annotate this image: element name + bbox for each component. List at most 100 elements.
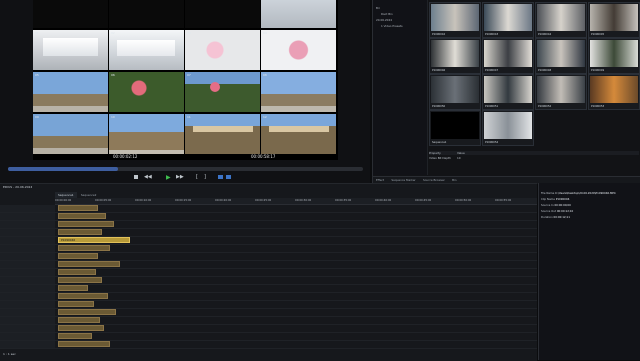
preview-cell-sign: 11	[185, 114, 260, 154]
inspector-row: Source Out 00:00:12;10	[541, 209, 574, 213]
clip-tile[interactable]: P1090044	[535, 2, 587, 38]
preview-cell-hall: 02	[109, 30, 184, 70]
properties-header: Property Value	[429, 151, 639, 155]
inspector-row: Clip Name P1090046	[541, 197, 570, 201]
track-header[interactable]	[0, 317, 55, 324]
timeline-clip-selected[interactable]: P1090046	[58, 237, 130, 243]
preview-cell-bush: 07	[185, 72, 260, 112]
tree-item[interactable]: 20.06.2024	[376, 18, 392, 22]
track-header[interactable]	[0, 309, 55, 316]
timeline-clip[interactable]	[58, 245, 110, 251]
ruler-tick: 00:00:25:00	[255, 198, 272, 202]
ruler-tick: 00:00:40:00	[375, 198, 392, 202]
track-header[interactable]	[0, 205, 55, 212]
clip-label: P1090046	[61, 238, 76, 242]
track-header[interactable]	[0, 269, 55, 276]
timeline-clip[interactable]	[58, 285, 88, 291]
ruler-tick: 00:00:20:00	[215, 198, 232, 202]
clip-tile[interactable]: P1090047	[482, 38, 534, 74]
preview-cell	[185, 0, 260, 28]
timeline-clip[interactable]	[58, 213, 106, 219]
track-header[interactable]	[0, 253, 55, 260]
mark-in-icon[interactable]: [	[196, 174, 198, 180]
inspector-row: Source In 00:00:00;00	[541, 203, 571, 207]
timecode-right: 00:00:58:17	[251, 154, 276, 159]
ruler-tick: 00:00:50:00	[455, 198, 472, 202]
tree-item[interactable]: Root Bin	[381, 12, 393, 16]
ruler-tick: 00:00:35:00	[335, 198, 352, 202]
preview-cell-building: 08	[261, 72, 336, 112]
zoom-indicator[interactable]: 1 : 1 sec	[3, 352, 16, 356]
track-header[interactable]	[0, 213, 55, 220]
track-header[interactable]	[0, 229, 55, 236]
timeline-clip[interactable]	[58, 205, 98, 211]
timeline-clip[interactable]	[58, 221, 114, 227]
preview-cell-bush: 06	[109, 72, 184, 112]
tree-item[interactable]: Bin	[376, 6, 380, 10]
timeline-title: EDIUS - 20.06.2024	[3, 185, 33, 189]
preview-cell-sign: 12	[261, 114, 336, 154]
bin-tiles: P1090042 P1090043 P1090044 P1090045 P109…	[429, 0, 640, 150]
ruler-tick: 00:00:55:00	[495, 198, 512, 202]
ruler-tick: 00:00:05:00	[95, 198, 112, 202]
preview-cell	[261, 0, 336, 28]
ruler-tick: 00:00:30:00	[295, 198, 312, 202]
tracks: P1090046	[0, 205, 537, 355]
clip-inspector: File Name C:\Users\Desktop\20.06.2024\P1…	[538, 183, 640, 360]
preview-cell	[33, 0, 108, 28]
clip-tile[interactable]: P1090049	[588, 38, 640, 74]
ruler-tick: 00:00:45:00	[415, 198, 432, 202]
clip-tile[interactable]: P1090054	[482, 110, 534, 146]
track-header[interactable]	[0, 237, 55, 244]
track-header[interactable]	[0, 285, 55, 292]
overwrite-icon[interactable]	[218, 175, 223, 179]
clip-tile[interactable]: P1090052	[535, 74, 587, 110]
track-header[interactable]	[0, 301, 55, 308]
track-header[interactable]	[0, 221, 55, 228]
timeline-clip[interactable]	[58, 341, 110, 347]
rewind-icon[interactable]: ◀◀	[144, 174, 152, 180]
track-header[interactable]	[0, 341, 55, 348]
timeline-clip[interactable]	[58, 229, 102, 235]
clip-tile[interactable]: P1090042	[429, 2, 481, 38]
inspector-row: Duration 00:00:12;11	[541, 215, 570, 219]
timeline-clip[interactable]	[58, 333, 92, 339]
clip-tile[interactable]: P1090050	[429, 74, 481, 110]
clip-tile[interactable]: P1090045	[588, 2, 640, 38]
clip-tile[interactable]: P1090053	[588, 74, 640, 110]
timeline-clip[interactable]	[58, 253, 98, 259]
scrub-bar[interactable]	[8, 167, 363, 171]
track-header[interactable]	[0, 293, 55, 300]
insert-icon[interactable]	[226, 175, 231, 179]
ruler-tick: 00:00:15:00	[175, 198, 192, 202]
tree-item[interactable]: 1 Video Presets	[381, 24, 403, 28]
stop-icon[interactable]	[134, 175, 138, 179]
timeline-ruler[interactable]: 00:00:00:00 00:00:05:00 00:00:10:00 00:0…	[55, 198, 537, 205]
timeline-clip[interactable]	[58, 309, 116, 315]
clip-tile[interactable]: P1090051	[482, 74, 534, 110]
preview-viewer[interactable]: 01 02 03 04 05 06 07 08 09 10 11 12 00:0…	[33, 0, 338, 160]
timeline-clip[interactable]	[58, 277, 102, 283]
clip-tile[interactable]: P1090043	[482, 2, 534, 38]
play-icon[interactable]: ▶	[166, 174, 171, 181]
mark-out-icon[interactable]: ]	[204, 174, 206, 180]
clip-tile[interactable]: P1090046	[429, 38, 481, 74]
track-header[interactable]	[0, 245, 55, 252]
clip-tile[interactable]: P1090048	[535, 38, 587, 74]
timeline-clip[interactable]	[58, 293, 108, 299]
prop-value: 10	[457, 156, 461, 160]
track-header[interactable]	[0, 277, 55, 284]
sequence-tile[interactable]: Sequence1	[429, 110, 481, 146]
timeline-clip[interactable]	[58, 269, 96, 275]
ruler-tick: 00:00:10:00	[135, 198, 152, 202]
timeline-clip[interactable]	[58, 317, 100, 323]
preview-cell-building: 10	[109, 114, 184, 154]
prop-key: Video Bit Depth	[429, 156, 451, 160]
timeline-clip[interactable]	[58, 261, 120, 267]
track-header[interactable]	[0, 325, 55, 332]
track-header[interactable]	[0, 261, 55, 268]
fast-forward-icon[interactable]: ▶▶	[176, 174, 184, 180]
track-header[interactable]	[0, 333, 55, 340]
timeline-clip[interactable]	[58, 325, 104, 331]
timeline-clip[interactable]	[58, 301, 94, 307]
